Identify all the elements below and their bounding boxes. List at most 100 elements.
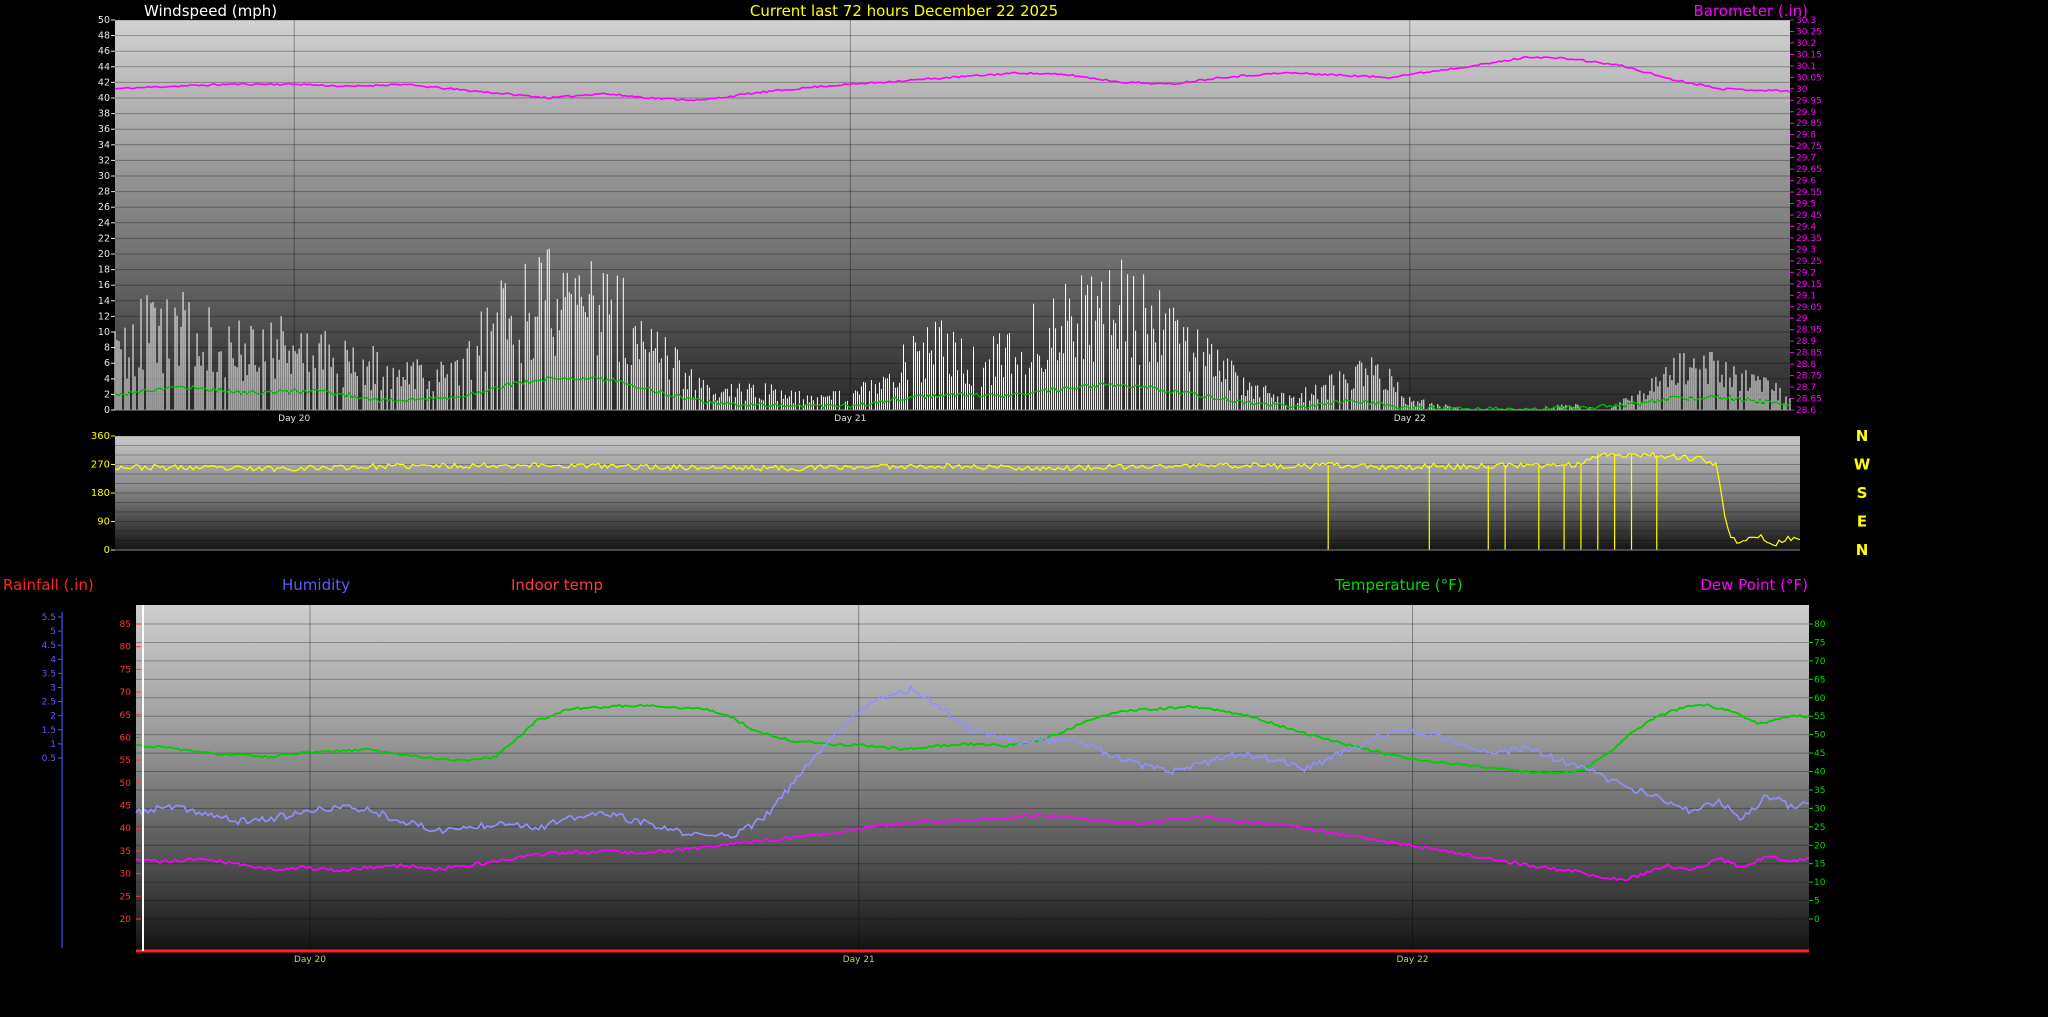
svg-text:30.2: 30.2 — [1796, 39, 1816, 49]
svg-text:55: 55 — [120, 756, 131, 766]
svg-text:85: 85 — [120, 620, 131, 630]
svg-text:0: 0 — [104, 405, 110, 416]
svg-text:29.8: 29.8 — [1796, 131, 1816, 141]
svg-text:29.7: 29.7 — [1796, 154, 1816, 164]
svg-text:90: 90 — [97, 517, 110, 528]
svg-text:0: 0 — [104, 545, 110, 556]
svg-text:W: W — [1854, 456, 1871, 474]
svg-text:N: N — [1856, 541, 1869, 559]
svg-text:Day 21: Day 21 — [834, 414, 866, 424]
svg-text:30.25: 30.25 — [1796, 27, 1822, 37]
svg-text:6: 6 — [104, 358, 110, 369]
svg-text:4: 4 — [50, 655, 56, 665]
svg-text:38: 38 — [98, 109, 110, 120]
svg-text:44: 44 — [98, 62, 110, 73]
svg-text:10: 10 — [1814, 878, 1826, 888]
svg-text:65: 65 — [120, 711, 131, 721]
svg-text:5.5: 5.5 — [42, 613, 56, 623]
svg-text:16: 16 — [98, 280, 110, 291]
svg-text:18: 18 — [98, 265, 110, 276]
svg-text:28.95: 28.95 — [1796, 326, 1822, 336]
svg-text:70: 70 — [1814, 657, 1826, 667]
svg-text:35: 35 — [120, 847, 131, 857]
windspeed-axis-title: Windspeed (mph) — [144, 2, 277, 20]
svg-text:29.55: 29.55 — [1796, 188, 1822, 198]
svg-text:28.85: 28.85 — [1796, 349, 1822, 359]
svg-text:0: 0 — [1814, 915, 1820, 925]
svg-text:3: 3 — [50, 684, 56, 694]
svg-text:2: 2 — [50, 712, 56, 722]
svg-text:36: 36 — [98, 124, 110, 135]
svg-text:30: 30 — [1796, 85, 1808, 95]
svg-text:1.5: 1.5 — [42, 726, 56, 736]
rainfall-axis-title: Rainfall (.in) — [3, 576, 94, 594]
svg-text:29.65: 29.65 — [1796, 165, 1822, 175]
wind_baro-plot-area — [115, 20, 1790, 410]
svg-text:180: 180 — [91, 488, 110, 499]
svg-text:34: 34 — [98, 140, 110, 151]
svg-text:28.9: 28.9 — [1796, 337, 1816, 347]
svg-text:46: 46 — [98, 46, 110, 57]
svg-text:29.95: 29.95 — [1796, 96, 1822, 106]
svg-text:2.5: 2.5 — [42, 698, 56, 708]
svg-text:30: 30 — [120, 870, 132, 880]
svg-text:0.5: 0.5 — [42, 754, 56, 764]
svg-text:45: 45 — [120, 802, 131, 812]
svg-text:14: 14 — [98, 296, 110, 307]
weather-station-display: Day 20Day 21Day 220246810121416182022242… — [0, 0, 2048, 1017]
svg-text:40: 40 — [98, 93, 110, 104]
svg-text:360: 360 — [91, 431, 110, 442]
svg-text:80: 80 — [120, 643, 132, 653]
temperature-axis-title: Temperature (°F) — [1335, 576, 1463, 594]
temp_hum_dew-plot-area — [136, 605, 1809, 951]
svg-text:65: 65 — [1814, 675, 1825, 685]
svg-text:28.6: 28.6 — [1796, 406, 1816, 416]
svg-text:30: 30 — [1814, 804, 1826, 814]
svg-text:50: 50 — [1814, 731, 1826, 741]
svg-text:29.05: 29.05 — [1796, 303, 1822, 313]
svg-text:55: 55 — [1814, 712, 1825, 722]
svg-text:E: E — [1857, 513, 1867, 531]
svg-text:Day 20: Day 20 — [294, 955, 326, 965]
svg-text:70: 70 — [120, 688, 132, 698]
svg-text:24: 24 — [98, 218, 110, 229]
svg-text:29.85: 29.85 — [1796, 119, 1822, 129]
svg-text:8: 8 — [104, 343, 110, 354]
svg-text:S: S — [1857, 484, 1868, 502]
svg-text:29.9: 29.9 — [1796, 108, 1816, 118]
svg-text:80: 80 — [1814, 620, 1826, 630]
svg-text:4.5: 4.5 — [42, 641, 56, 651]
svg-text:28.7: 28.7 — [1796, 383, 1816, 393]
svg-text:29.25: 29.25 — [1796, 257, 1822, 267]
svg-text:60: 60 — [120, 733, 132, 743]
svg-text:20: 20 — [1814, 841, 1826, 851]
svg-text:40: 40 — [120, 824, 132, 834]
svg-text:50: 50 — [98, 15, 110, 26]
svg-text:22: 22 — [98, 233, 110, 244]
svg-text:48: 48 — [98, 31, 110, 42]
svg-text:40: 40 — [1814, 768, 1826, 778]
svg-text:60: 60 — [1814, 694, 1826, 704]
svg-text:29: 29 — [1796, 314, 1808, 324]
svg-text:3.5: 3.5 — [42, 669, 56, 679]
svg-text:28: 28 — [98, 187, 110, 198]
svg-text:29.15: 29.15 — [1796, 280, 1822, 290]
dew-point-axis-title: Dew Point (°F) — [1700, 576, 1808, 594]
svg-text:28.8: 28.8 — [1796, 360, 1816, 370]
svg-text:29.2: 29.2 — [1796, 268, 1816, 278]
svg-text:12: 12 — [98, 311, 110, 322]
svg-text:28.75: 28.75 — [1796, 372, 1822, 382]
svg-text:28.65: 28.65 — [1796, 395, 1822, 405]
svg-text:45: 45 — [1814, 749, 1825, 759]
svg-text:1: 1 — [50, 740, 56, 750]
svg-text:10: 10 — [98, 327, 110, 338]
svg-text:Day 20: Day 20 — [278, 414, 310, 424]
svg-text:Day 22: Day 22 — [1396, 955, 1428, 965]
svg-text:35: 35 — [1814, 786, 1825, 796]
svg-text:26: 26 — [98, 202, 110, 213]
svg-text:29.1: 29.1 — [1796, 291, 1816, 301]
svg-text:15: 15 — [1814, 860, 1825, 870]
svg-text:30: 30 — [98, 171, 110, 182]
svg-text:29.3: 29.3 — [1796, 245, 1816, 255]
svg-text:30.1: 30.1 — [1796, 62, 1816, 72]
